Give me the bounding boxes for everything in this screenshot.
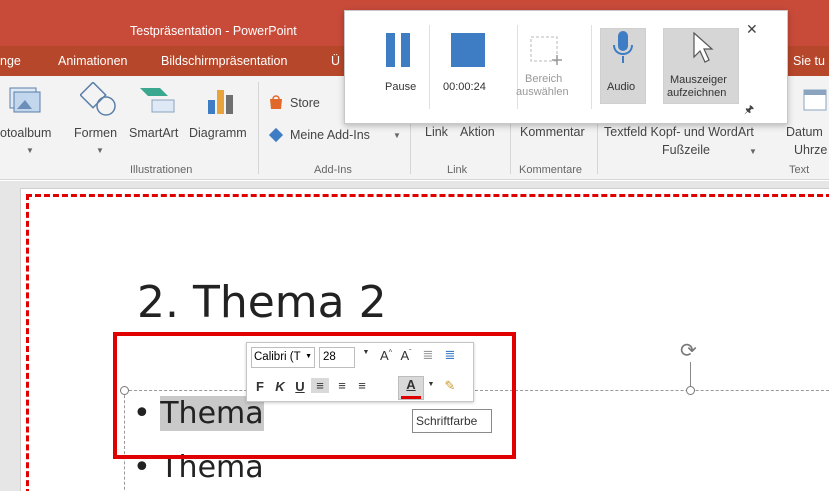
- smartart-icon: [140, 88, 175, 113]
- chevron-down-icon: ▼: [749, 147, 757, 156]
- bereich-label-2: auswählen: [516, 86, 569, 98]
- group-label-link: Link: [447, 164, 468, 176]
- ribbon-separator: [258, 82, 259, 174]
- tab-bildschirmpraesentation[interactable]: Bildschirmpräsentation: [161, 54, 287, 68]
- recorder-separator: [591, 25, 592, 109]
- stop-button[interactable]: 00:00:24: [431, 25, 517, 107]
- meine-addins-button[interactable]: Meine Add-Ins: [290, 128, 370, 142]
- textfeld-kopfzeile-wordart[interactable]: Textfeld Kopf- und WordArt: [604, 125, 754, 139]
- pause-icon: [386, 33, 410, 67]
- select-area-icon: [530, 36, 562, 65]
- pause-button[interactable]: Pause: [359, 25, 439, 107]
- tab-animationen[interactable]: Animationen: [58, 54, 128, 68]
- datum-button[interactable]: Datum: [786, 125, 823, 139]
- addins-icon: [268, 127, 284, 143]
- diagramm-button[interactable]: Diagramm: [189, 126, 247, 140]
- tab-ueberpruefen-partial[interactable]: Ü: [331, 54, 340, 68]
- slide-title[interactable]: 2. Thema 2: [137, 277, 387, 328]
- fotoalbum-button[interactable]: otoalbum: [0, 126, 51, 140]
- group-label-kommentare: Kommentare: [519, 164, 582, 176]
- group-label-illustrationen: Illustrationen: [130, 164, 193, 176]
- window-title: Testpräsentation - PowerPoint: [130, 24, 297, 38]
- rotate-icon[interactable]: ⟳: [680, 338, 697, 363]
- store-button[interactable]: Store: [290, 96, 320, 110]
- mauszeiger-label-2: aufzeichnen: [667, 87, 727, 99]
- recording-timer: 00:00:24: [443, 81, 486, 93]
- bereich-label-1: Bereich: [525, 73, 563, 85]
- select-area-button[interactable]: Bereich auswählen: [516, 25, 599, 107]
- pause-label: Pause: [385, 81, 417, 93]
- tab-uebergaenge-partial[interactable]: nge: [0, 54, 21, 68]
- chevron-down-icon: ▼: [96, 146, 104, 155]
- highlight-box: [113, 332, 516, 459]
- microphone-icon: [613, 31, 633, 63]
- formen-button[interactable]: Formen: [74, 126, 117, 140]
- chevron-down-icon: ▼: [393, 131, 401, 140]
- audio-label: Audio: [607, 81, 636, 93]
- calendar-icon: [803, 89, 827, 111]
- smartart-button[interactable]: SmartArt: [129, 126, 178, 140]
- store-icon: [270, 95, 282, 109]
- link-button[interactable]: Link: [425, 125, 448, 139]
- stop-icon: [451, 33, 485, 67]
- recorder-separator: [429, 25, 430, 109]
- uhrzeit-label: Uhrze: [794, 143, 828, 157]
- shapes-icon: [80, 82, 116, 116]
- close-icon[interactable]: ✕: [746, 21, 758, 38]
- aktion-button[interactable]: Aktion: [460, 125, 495, 139]
- mouse-pointer-icon: [693, 31, 714, 63]
- mauszeiger-label-1: Mauszeiger: [670, 74, 727, 86]
- pin-icon[interactable]: 🖈: [744, 101, 754, 120]
- chart-icon: [208, 90, 233, 114]
- photo-album-icon: [9, 87, 41, 113]
- kommentar-button[interactable]: Kommentar: [520, 125, 585, 139]
- screen-recorder-panel: Pause 00:00:24 Bereich auswählen Audio M…: [344, 10, 788, 124]
- group-label-addins: Add-Ins: [314, 164, 352, 176]
- chevron-down-icon: ▼: [26, 146, 34, 155]
- resize-handle[interactable]: [686, 386, 695, 395]
- tell-me-search[interactable]: Sie tu: [793, 54, 825, 68]
- group-label-text: Text: [789, 164, 810, 176]
- fusszeile-label: Fußzeile: [662, 143, 710, 157]
